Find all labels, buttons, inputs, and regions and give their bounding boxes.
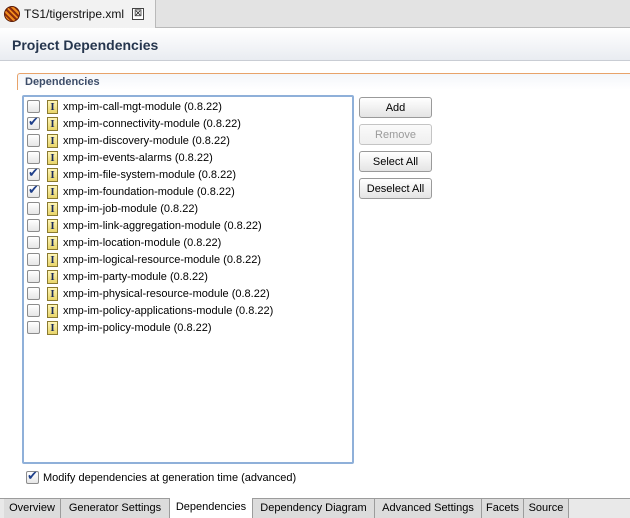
dependency-checkbox[interactable] xyxy=(27,321,40,334)
dependency-checkbox[interactable] xyxy=(27,287,40,300)
dependency-label: xmp-im-logical-resource-module (0.8.22) xyxy=(63,253,262,266)
module-icon: I xyxy=(47,218,58,233)
dependency-checkbox[interactable] xyxy=(27,270,40,283)
list-item[interactable]: I xmp-im-events-alarms (0.8.22) xyxy=(27,149,213,166)
dependency-label: xmp-im-physical-resource-module (0.8.22) xyxy=(63,287,270,300)
dependency-label: xmp-im-policy-applications-module (0.8.2… xyxy=(63,304,274,317)
dependency-label: xmp-im-job-module (0.8.22) xyxy=(63,202,199,215)
tab-dependencies[interactable]: Dependencies xyxy=(170,498,253,518)
editor-tab-strip: TS1/tigerstripe.xml ⊠ xyxy=(0,0,630,28)
dependency-checkbox[interactable] xyxy=(27,151,40,164)
list-item[interactable]: I xmp-im-job-module (0.8.22) xyxy=(27,200,198,217)
dependency-checkbox[interactable] xyxy=(27,166,40,181)
module-icon: I xyxy=(47,235,58,250)
dependency-checkbox[interactable] xyxy=(27,183,40,198)
dependency-checkbox[interactable] xyxy=(27,219,40,232)
list-item[interactable]: I xmp-im-link-aggregation-module (0.8.22… xyxy=(27,217,262,234)
list-item[interactable]: I xmp-im-discovery-module (0.8.22) xyxy=(27,132,230,149)
tab-source[interactable]: Source xyxy=(524,499,569,518)
module-icon: I xyxy=(47,320,58,335)
dependency-checkbox[interactable] xyxy=(27,202,40,215)
dependency-label: xmp-im-link-aggregation-module (0.8.22) xyxy=(63,219,262,232)
dependency-list[interactable]: I xmp-im-call-mgt-module (0.8.22) I xmp-… xyxy=(22,95,354,464)
list-item[interactable]: I xmp-im-logical-resource-module (0.8.22… xyxy=(27,251,261,268)
module-icon: I xyxy=(47,252,58,267)
deselect-all-button[interactable]: Deselect All xyxy=(359,178,432,199)
dependency-label: xmp-im-file-system-module (0.8.22) xyxy=(63,168,236,181)
tab-overview[interactable]: Overview xyxy=(4,499,61,518)
modify-dependencies-option[interactable]: Modify dependencies at generation time (… xyxy=(26,469,297,484)
module-icon: I xyxy=(47,99,58,114)
list-item[interactable]: I xmp-im-location-module (0.8.22) xyxy=(27,234,221,251)
module-icon: I xyxy=(47,201,58,216)
close-icon[interactable]: ⊠ xyxy=(132,8,145,20)
module-icon: I xyxy=(47,116,58,131)
dependency-checkbox[interactable] xyxy=(27,100,40,113)
module-icon: I xyxy=(47,269,58,284)
module-icon: I xyxy=(47,286,58,301)
editor-tab[interactable]: TS1/tigerstripe.xml ⊠ xyxy=(0,0,156,28)
dependencies-section-header: Dependencies xyxy=(17,73,630,90)
module-icon: I xyxy=(47,303,58,318)
add-button[interactable]: Add xyxy=(359,97,432,118)
dependency-label: xmp-im-discovery-module (0.8.22) xyxy=(63,134,230,147)
list-item[interactable]: I xmp-im-file-system-module (0.8.22) xyxy=(27,166,236,183)
dependency-label: xmp-im-events-alarms (0.8.22) xyxy=(63,151,213,164)
dependency-checkbox[interactable] xyxy=(27,134,40,147)
editor-page-tabs: Overview Generator Settings Dependencies… xyxy=(0,498,630,518)
dependency-label: xmp-im-policy-module (0.8.22) xyxy=(63,321,212,334)
modify-dependencies-label: Modify dependencies at generation time (… xyxy=(43,471,297,484)
dependency-label: xmp-im-connectivity-module (0.8.22) xyxy=(63,117,241,130)
section-title: Dependencies xyxy=(25,76,100,88)
dependency-checkbox[interactable] xyxy=(27,115,40,130)
page-title: Project Dependencies xyxy=(12,37,159,53)
list-item[interactable]: I xmp-im-policy-module (0.8.22) xyxy=(27,319,212,336)
list-item[interactable]: I xmp-im-physical-resource-module (0.8.2… xyxy=(27,285,270,302)
list-item[interactable]: I xmp-im-foundation-module (0.8.22) xyxy=(27,183,235,200)
tab-dependency-diagram[interactable]: Dependency Diagram xyxy=(253,499,375,518)
modify-dependencies-checkbox[interactable] xyxy=(26,469,39,484)
list-item[interactable]: I xmp-im-policy-applications-module (0.8… xyxy=(27,302,273,319)
dependency-checkbox[interactable] xyxy=(27,236,40,249)
remove-button[interactable]: Remove xyxy=(359,124,432,145)
module-icon: I xyxy=(47,167,58,182)
list-item[interactable]: I xmp-im-party-module (0.8.22) xyxy=(27,268,208,285)
dependency-label: xmp-im-call-mgt-module (0.8.22) xyxy=(63,100,222,113)
dependency-label: xmp-im-foundation-module (0.8.22) xyxy=(63,185,235,198)
dependency-checkbox[interactable] xyxy=(27,304,40,317)
tab-facets[interactable]: Facets xyxy=(482,499,524,518)
form-header: Project Dependencies xyxy=(0,28,630,61)
module-icon: I xyxy=(47,150,58,165)
module-icon: I xyxy=(47,133,58,148)
select-all-button[interactable]: Select All xyxy=(359,151,432,172)
tab-advanced-settings[interactable]: Advanced Settings xyxy=(375,499,482,518)
tab-generator-settings[interactable]: Generator Settings xyxy=(61,499,170,518)
module-icon: I xyxy=(47,184,58,199)
list-item[interactable]: I xmp-im-connectivity-module (0.8.22) xyxy=(27,115,241,132)
list-item[interactable]: I xmp-im-call-mgt-module (0.8.22) xyxy=(27,98,222,115)
dependency-label: xmp-im-party-module (0.8.22) xyxy=(63,270,208,283)
dependency-checkbox[interactable] xyxy=(27,253,40,266)
editor-tab-label: TS1/tigerstripe.xml xyxy=(24,7,125,21)
dependency-label: xmp-im-location-module (0.8.22) xyxy=(63,236,222,249)
tigerstripe-file-icon xyxy=(4,6,20,22)
